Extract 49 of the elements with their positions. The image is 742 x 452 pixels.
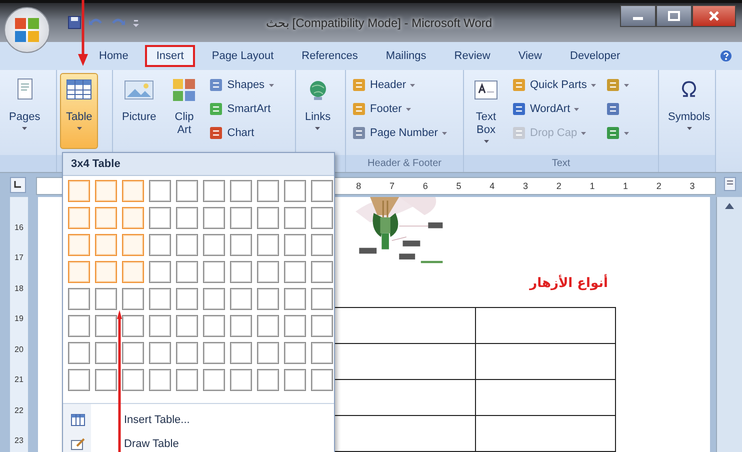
menu-item[interactable]: Draw Table — [63, 432, 334, 452]
menu-item[interactable]: Insert Table... — [63, 408, 334, 432]
ribbon-button[interactable]: Clip Art — [166, 73, 202, 149]
ruler-number: 4 — [490, 181, 495, 191]
ribbon-button[interactable]: Table — [60, 73, 98, 149]
ribbon-button[interactable]: Links — [299, 73, 337, 149]
ruler-number: 3 — [690, 181, 695, 191]
group-label: Text — [552, 158, 570, 169]
document-heading: أنواع الأزهار — [530, 276, 608, 291]
ruler-number: 18 — [14, 284, 24, 294]
ruler-number: 7 — [390, 181, 395, 191]
ruler-number: 5 — [456, 181, 462, 191]
ruler-number: 6 — [422, 181, 428, 191]
ruler-number: 23 — [14, 436, 24, 446]
ribbon-tab[interactable]: Home — [88, 45, 140, 67]
ribbon-tab[interactable]: References — [290, 45, 369, 67]
ruler-number: 3 — [522, 181, 528, 191]
ribbon-tab[interactable]: Review — [443, 45, 502, 67]
ribbon-button[interactable]: Picture — [116, 73, 162, 149]
ribbon-button[interactable]: Pages — [3, 73, 46, 149]
ribbon-button[interactable]: Chart — [206, 123, 277, 143]
ruler-number: 20 — [14, 344, 24, 355]
ruler-number: 2 — [656, 181, 662, 191]
ruler-number: 17 — [14, 253, 24, 264]
ruler-number: 19 — [14, 314, 24, 324]
ribbon-button[interactable]: Page Number — [349, 123, 450, 143]
ribbon-button[interactable]: Header — [349, 75, 450, 95]
ruler-number: 1 — [590, 181, 595, 191]
ribbon-button[interactable]: Text Box — [467, 73, 505, 149]
ribbon-tab[interactable]: View — [507, 45, 553, 67]
ruler-number: 22 — [14, 406, 24, 416]
ruler-number: 21 — [14, 375, 24, 386]
ribbon-button[interactable]: SmartArt — [206, 99, 277, 119]
ruler-number: 1 — [623, 181, 628, 191]
ribbon-button[interactable]: Quick Parts — [509, 75, 599, 95]
ruler-number: 2 — [556, 181, 562, 191]
group-label: Header & Footer — [368, 158, 442, 169]
ruler-number: 8 — [356, 181, 362, 191]
ribbon-button[interactable]: Shapes — [206, 75, 277, 95]
ribbon-button[interactable]: Symbols — [662, 73, 716, 149]
ribbon-tab[interactable]: Page Layout — [200, 45, 285, 67]
ribbon-tab[interactable]: Developer — [559, 45, 632, 67]
ruler-number: 16 — [14, 223, 24, 233]
window-title: بحث [Compatibility Mode] - Microsoft Word — [264, 16, 494, 30]
ribbon-tab[interactable]: Insert — [145, 45, 195, 67]
dropdown-title: 3x4 Table — [63, 153, 334, 176]
ribbon-button[interactable]: Footer — [349, 99, 450, 119]
ribbon-button[interactable]: WordArt — [509, 99, 599, 119]
ribbon-tab[interactable]: Mailings — [374, 45, 438, 67]
